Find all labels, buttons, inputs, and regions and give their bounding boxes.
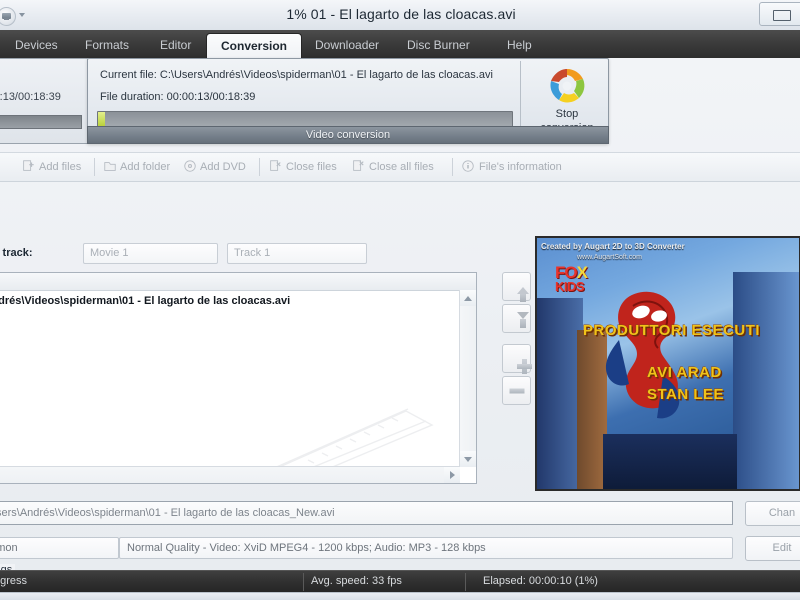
video-preview[interactable]: Created by Augart 2D to 3D Converter www… [535,236,800,491]
status-divider [465,573,466,591]
status-elapsed: Elapsed: 00:00:10 (1%) [483,575,598,587]
move-down-button[interactable] [502,304,531,333]
profile-select[interactable]: Normal Quality - Video: XviD MPEG4 - 120… [119,537,733,559]
tab-downloader[interactable]: Downloader [301,33,393,58]
main-tab-bar: Devices Formats Editor Conversion Downlo… [0,30,800,59]
file-list-header [0,273,476,291]
minus-icon [509,388,524,393]
minimize-button[interactable] [759,2,800,26]
fox-kids-logo-line2: KIDS [555,279,585,294]
spiderman-character-icon [605,291,680,419]
window-frame: 1% 01 - El lagarto de las cloacas.avi De… [0,0,800,600]
scroll-up-button[interactable] [460,290,476,306]
file-toolbar: Add files Add folder Add DVD Close files [0,152,800,182]
scroll-down-button[interactable] [460,451,476,467]
tab-devices[interactable]: Devices [1,33,72,58]
preview-watermark-line2: www.AugartSoft.com [577,254,642,261]
toolbar-add-folder[interactable]: Add folder [120,157,170,177]
toolbar-add-dvd[interactable]: Add DVD [200,157,246,177]
status-avg-speed: Avg. speed: 33 fps [311,575,402,587]
conversion-swirl-icon [550,69,585,103]
preview-credit-line1: PRODUTTORI ESECUTI [583,322,761,339]
triangle-up-icon [464,296,472,301]
close-all-files-icon [353,160,364,171]
toolbar-file-information[interactable]: File's information [479,157,562,177]
profile-category-select[interactable]: Common [0,537,119,559]
output-path-field[interactable]: C:\Users\Andrés\Videos\spiderman\01 - El… [0,501,733,525]
preview-credit-line2: AVI ARAD [647,364,722,381]
toolbar-divider [94,158,95,176]
toolbar-close-all-files[interactable]: Close all files [369,157,434,177]
audio-track-label: dio track: [0,247,33,259]
info-icon [462,160,474,172]
window-bottom-edge [0,592,800,600]
status-divider [303,573,304,591]
add-folder-icon [104,162,116,171]
fox-kids-logo-line1: FOX [555,263,588,282]
track-select[interactable]: Track 1 [227,243,367,264]
remove-item-button[interactable] [502,376,531,405]
tab-editor[interactable]: Editor [146,33,205,58]
preview-watermark-line1: Created by Augart 2D to 3D Converter [541,242,685,251]
conversion-progress-fill [98,112,105,126]
vertical-scrollbar[interactable] [459,290,476,467]
table-row[interactable]: rs\Andrés\Videos\spiderman\01 - El lagar… [0,295,290,307]
edit-profile-button[interactable]: Edit [745,536,800,561]
current-file-line: Current file: C:\Users\Andrés\Videos\spi… [100,69,493,81]
file-duration-line: File duration: 00:00:13/00:18:39 [100,91,256,103]
movie-select[interactable]: Movie 1 [83,243,218,264]
toolbar-add-files[interactable]: Add files [39,157,81,177]
tab-conversion[interactable]: Conversion [206,33,303,59]
triangle-down-icon [464,457,472,462]
change-output-button[interactable]: Chan [745,501,800,526]
window-title: 1% 01 - El lagarto de las cloacas.avi [286,6,516,22]
scroll-right-button[interactable] [444,467,460,483]
add-dvd-icon [184,160,196,172]
conversion-background-panel: \01 : 00:00:13/00:18:39 [0,58,89,144]
application-window: 1% 01 - El lagarto de las cloacas.avi De… [0,0,800,600]
fox-kids-logo: FOX KIDS [555,263,607,294]
preview-credit-line3: STAN LEE [647,386,725,403]
background-progress-bar [0,115,82,129]
file-list[interactable]: rs\Andrés\Videos\spiderman\01 - El lagar… [0,272,477,484]
conversion-progress-bar [97,111,513,127]
background-duration-line: : 00:00:13/00:18:39 [0,91,61,103]
toolbar-close-files[interactable]: Close files [286,157,337,177]
tab-disc-burner[interactable]: Disc Burner [393,33,484,58]
tab-help[interactable]: Help [493,33,546,58]
move-up-button[interactable] [502,272,531,301]
status-bar: n progress Avg. speed: 33 fps Elapsed: 0… [0,570,800,593]
status-progress-text: n progress [0,575,27,587]
close-files-icon [270,160,281,171]
video-conversion-banner: Video conversion [87,126,609,144]
add-item-button[interactable] [502,344,531,373]
triangle-right-icon [450,471,455,479]
horizontal-scrollbar[interactable] [0,466,460,483]
toolbar-divider [452,158,453,176]
stop-conversion-label-line1: Stop [555,108,579,120]
add-files-icon [23,160,34,171]
tab-formats[interactable]: Formats [71,33,143,58]
toolbar-divider [259,158,260,176]
title-bar: 1% 01 - El lagarto de las cloacas.avi [0,0,800,31]
